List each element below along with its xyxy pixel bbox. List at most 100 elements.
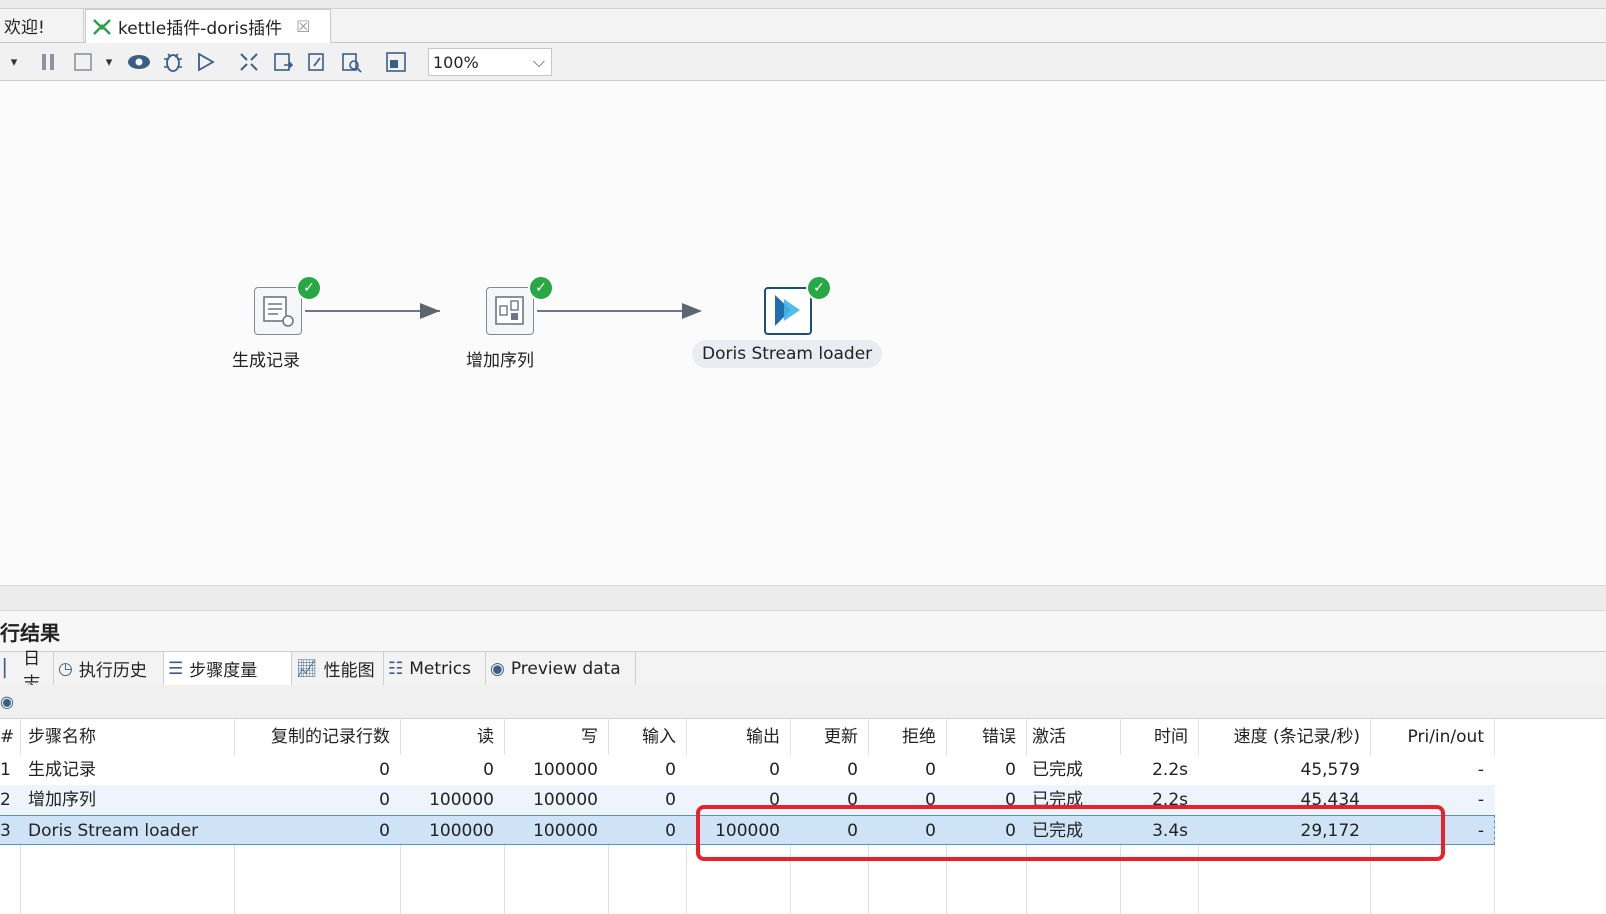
tab-history[interactable]: ◷ 执行历史 bbox=[54, 652, 164, 685]
log-icon: ▏ bbox=[4, 658, 18, 679]
tab-label: 执行历史 bbox=[78, 661, 147, 681]
history-icon: ◷ bbox=[58, 658, 73, 679]
input-cell: 0 bbox=[665, 760, 676, 780]
tab-log[interactable]: ▏ 日志 bbox=[0, 649, 54, 694]
step-name-cell: 增加序列 bbox=[28, 790, 96, 810]
input-cell: 0 bbox=[665, 790, 676, 810]
replay-icon[interactable] bbox=[193, 51, 219, 73]
input-cell: 0 bbox=[665, 821, 676, 841]
col-header[interactable]: # bbox=[0, 722, 20, 752]
tab-label: 性能图 bbox=[323, 661, 375, 681]
debug-icon[interactable] bbox=[160, 51, 186, 73]
col-header[interactable]: 输入 bbox=[608, 722, 686, 752]
step-name-cell: Doris Stream loader bbox=[28, 821, 199, 841]
metrics-list-icon: ☰ bbox=[168, 658, 184, 679]
zoom-select[interactable]: 100% ⌵ bbox=[428, 48, 552, 76]
row-index: 2 bbox=[0, 790, 11, 810]
written-cell: 100000 bbox=[533, 821, 598, 841]
run-dropdown-icon[interactable]: ▾ bbox=[0, 51, 28, 73]
generate-rows-icon bbox=[254, 287, 302, 335]
hop-arrow-icon bbox=[682, 303, 702, 319]
perf-graph-icon: 📈︎ bbox=[296, 658, 318, 679]
col-header[interactable]: 更新 bbox=[790, 722, 868, 752]
tab-welcome-label: 欢迎! bbox=[4, 18, 45, 38]
success-check-icon: ✓ bbox=[806, 275, 832, 301]
tab-label: Preview data bbox=[510, 658, 621, 679]
explore-db-icon[interactable] bbox=[338, 51, 364, 73]
col-header[interactable]: 时间 bbox=[1120, 722, 1198, 752]
tab-transformation-label: kettle插件-doris插件 bbox=[118, 19, 283, 39]
col-header[interactable]: 激活 bbox=[1026, 722, 1120, 752]
chevron-down-icon: ⌵ bbox=[532, 52, 545, 71]
view-icon[interactable]: ◉ bbox=[0, 692, 14, 711]
doris-loader-icon bbox=[764, 287, 812, 335]
verify-icon[interactable] bbox=[236, 51, 262, 73]
read-cell: 100000 bbox=[429, 821, 494, 841]
tab-label: 步骤度量 bbox=[189, 661, 258, 681]
col-header[interactable]: 写 bbox=[504, 722, 608, 752]
highlight-annotation bbox=[696, 805, 1445, 861]
table-row[interactable]: 1 生成记录 0 0 100000 0 0 0 0 0 已完成 2.2s 45,… bbox=[0, 755, 1495, 785]
col-header[interactable]: 错误 bbox=[946, 722, 1026, 752]
step-label: 增加序列 bbox=[466, 351, 534, 371]
step-name-cell: 生成记录 bbox=[28, 760, 96, 780]
row-index: 1 bbox=[0, 760, 11, 780]
show-results-icon[interactable] bbox=[383, 51, 409, 73]
col-header[interactable]: 步骤名称 bbox=[22, 722, 234, 752]
sql-icon[interactable] bbox=[304, 51, 330, 73]
zoom-value: 100% bbox=[433, 52, 479, 72]
tab-transformation[interactable]: kettle插件-doris插件 ☒ bbox=[85, 9, 331, 43]
written-cell: 100000 bbox=[533, 760, 598, 780]
tab-welcome[interactable]: 欢迎! bbox=[0, 9, 84, 42]
written-cell: 100000 bbox=[533, 790, 598, 810]
copies-cell: 0 bbox=[379, 790, 390, 810]
window-top-edge bbox=[0, 0, 1606, 9]
transformation-icon bbox=[92, 17, 112, 37]
status-cell: 已完成 bbox=[1032, 760, 1083, 780]
preview-icon[interactable] bbox=[126, 51, 152, 73]
copies-cell: 0 bbox=[379, 760, 390, 780]
close-icon[interactable]: ☒ bbox=[296, 17, 310, 36]
read-cell: 100000 bbox=[429, 790, 494, 810]
success-check-icon: ✓ bbox=[528, 275, 554, 301]
col-header[interactable]: 输出 bbox=[686, 722, 790, 752]
preview-data-icon: ◉ bbox=[490, 658, 505, 679]
row-index: 3 bbox=[0, 821, 11, 841]
step-label: Doris Stream loader bbox=[692, 340, 883, 368]
col-header[interactable]: 拒绝 bbox=[868, 722, 946, 752]
add-sequence-icon bbox=[486, 287, 534, 335]
col-header[interactable]: Pri/in/out bbox=[1370, 722, 1494, 752]
col-header[interactable]: 读 bbox=[400, 722, 504, 752]
stop-icon[interactable] bbox=[72, 51, 94, 73]
tab-label: Metrics bbox=[409, 658, 471, 679]
tab-step-metrics[interactable]: ☰ 步骤度量 bbox=[164, 652, 292, 685]
output-cell: 0 bbox=[769, 760, 780, 780]
transformation-toolbar: ▾ ▾ 100% ⌵ bbox=[0, 43, 1606, 81]
col-header[interactable]: 复制的记录行数 bbox=[234, 722, 400, 752]
read-cell: 0 bbox=[483, 760, 494, 780]
editor-tab-bar: 欢迎! kettle插件-doris插件 ☒ bbox=[0, 9, 1606, 43]
step-label: 生成记录 bbox=[232, 351, 300, 371]
col-header[interactable]: 速度 (条记录/秒) bbox=[1198, 722, 1370, 752]
pane-splitter[interactable] bbox=[0, 585, 1606, 611]
results-tab-bar: ▏ 日志 ◷ 执行历史 ☰ 步骤度量 📈︎ 性能图 ☷ Metrics ◉ Pr… bbox=[0, 649, 1606, 694]
success-check-icon: ✓ bbox=[296, 275, 322, 301]
errors-cell: 0 bbox=[1005, 760, 1016, 780]
pri-in-out-cell: - bbox=[1477, 760, 1484, 780]
results-title: 行结果 bbox=[0, 621, 60, 645]
impact-icon[interactable] bbox=[270, 51, 296, 73]
transformation-canvas[interactable]: ✓ 生成记录 ✓ 增加序列 ✓ Doris Stream loader bbox=[0, 81, 1606, 585]
hop-arrow-icon bbox=[420, 303, 440, 319]
tab-preview-data[interactable]: ◉ Preview data bbox=[486, 652, 636, 685]
metrics-icon: ☷ bbox=[388, 658, 404, 679]
stop-dropdown-icon[interactable]: ▾ bbox=[100, 51, 118, 73]
table-header: # 步骤名称 复制的记录行数 读 写 输入 输出 更新 拒绝 错误 激活 时间 … bbox=[0, 722, 1495, 752]
copies-cell: 0 bbox=[379, 821, 390, 841]
tab-perf-graph[interactable]: 📈︎ 性能图 bbox=[292, 652, 384, 685]
rejected-cell: 0 bbox=[925, 760, 936, 780]
tab-metrics[interactable]: ☷ Metrics bbox=[384, 652, 486, 685]
updated-cell: 0 bbox=[847, 760, 858, 780]
pause-icon[interactable] bbox=[38, 51, 58, 73]
time-cell: 2.2s bbox=[1152, 760, 1188, 780]
results-sub-toolbar: ◉ bbox=[0, 685, 1606, 719]
